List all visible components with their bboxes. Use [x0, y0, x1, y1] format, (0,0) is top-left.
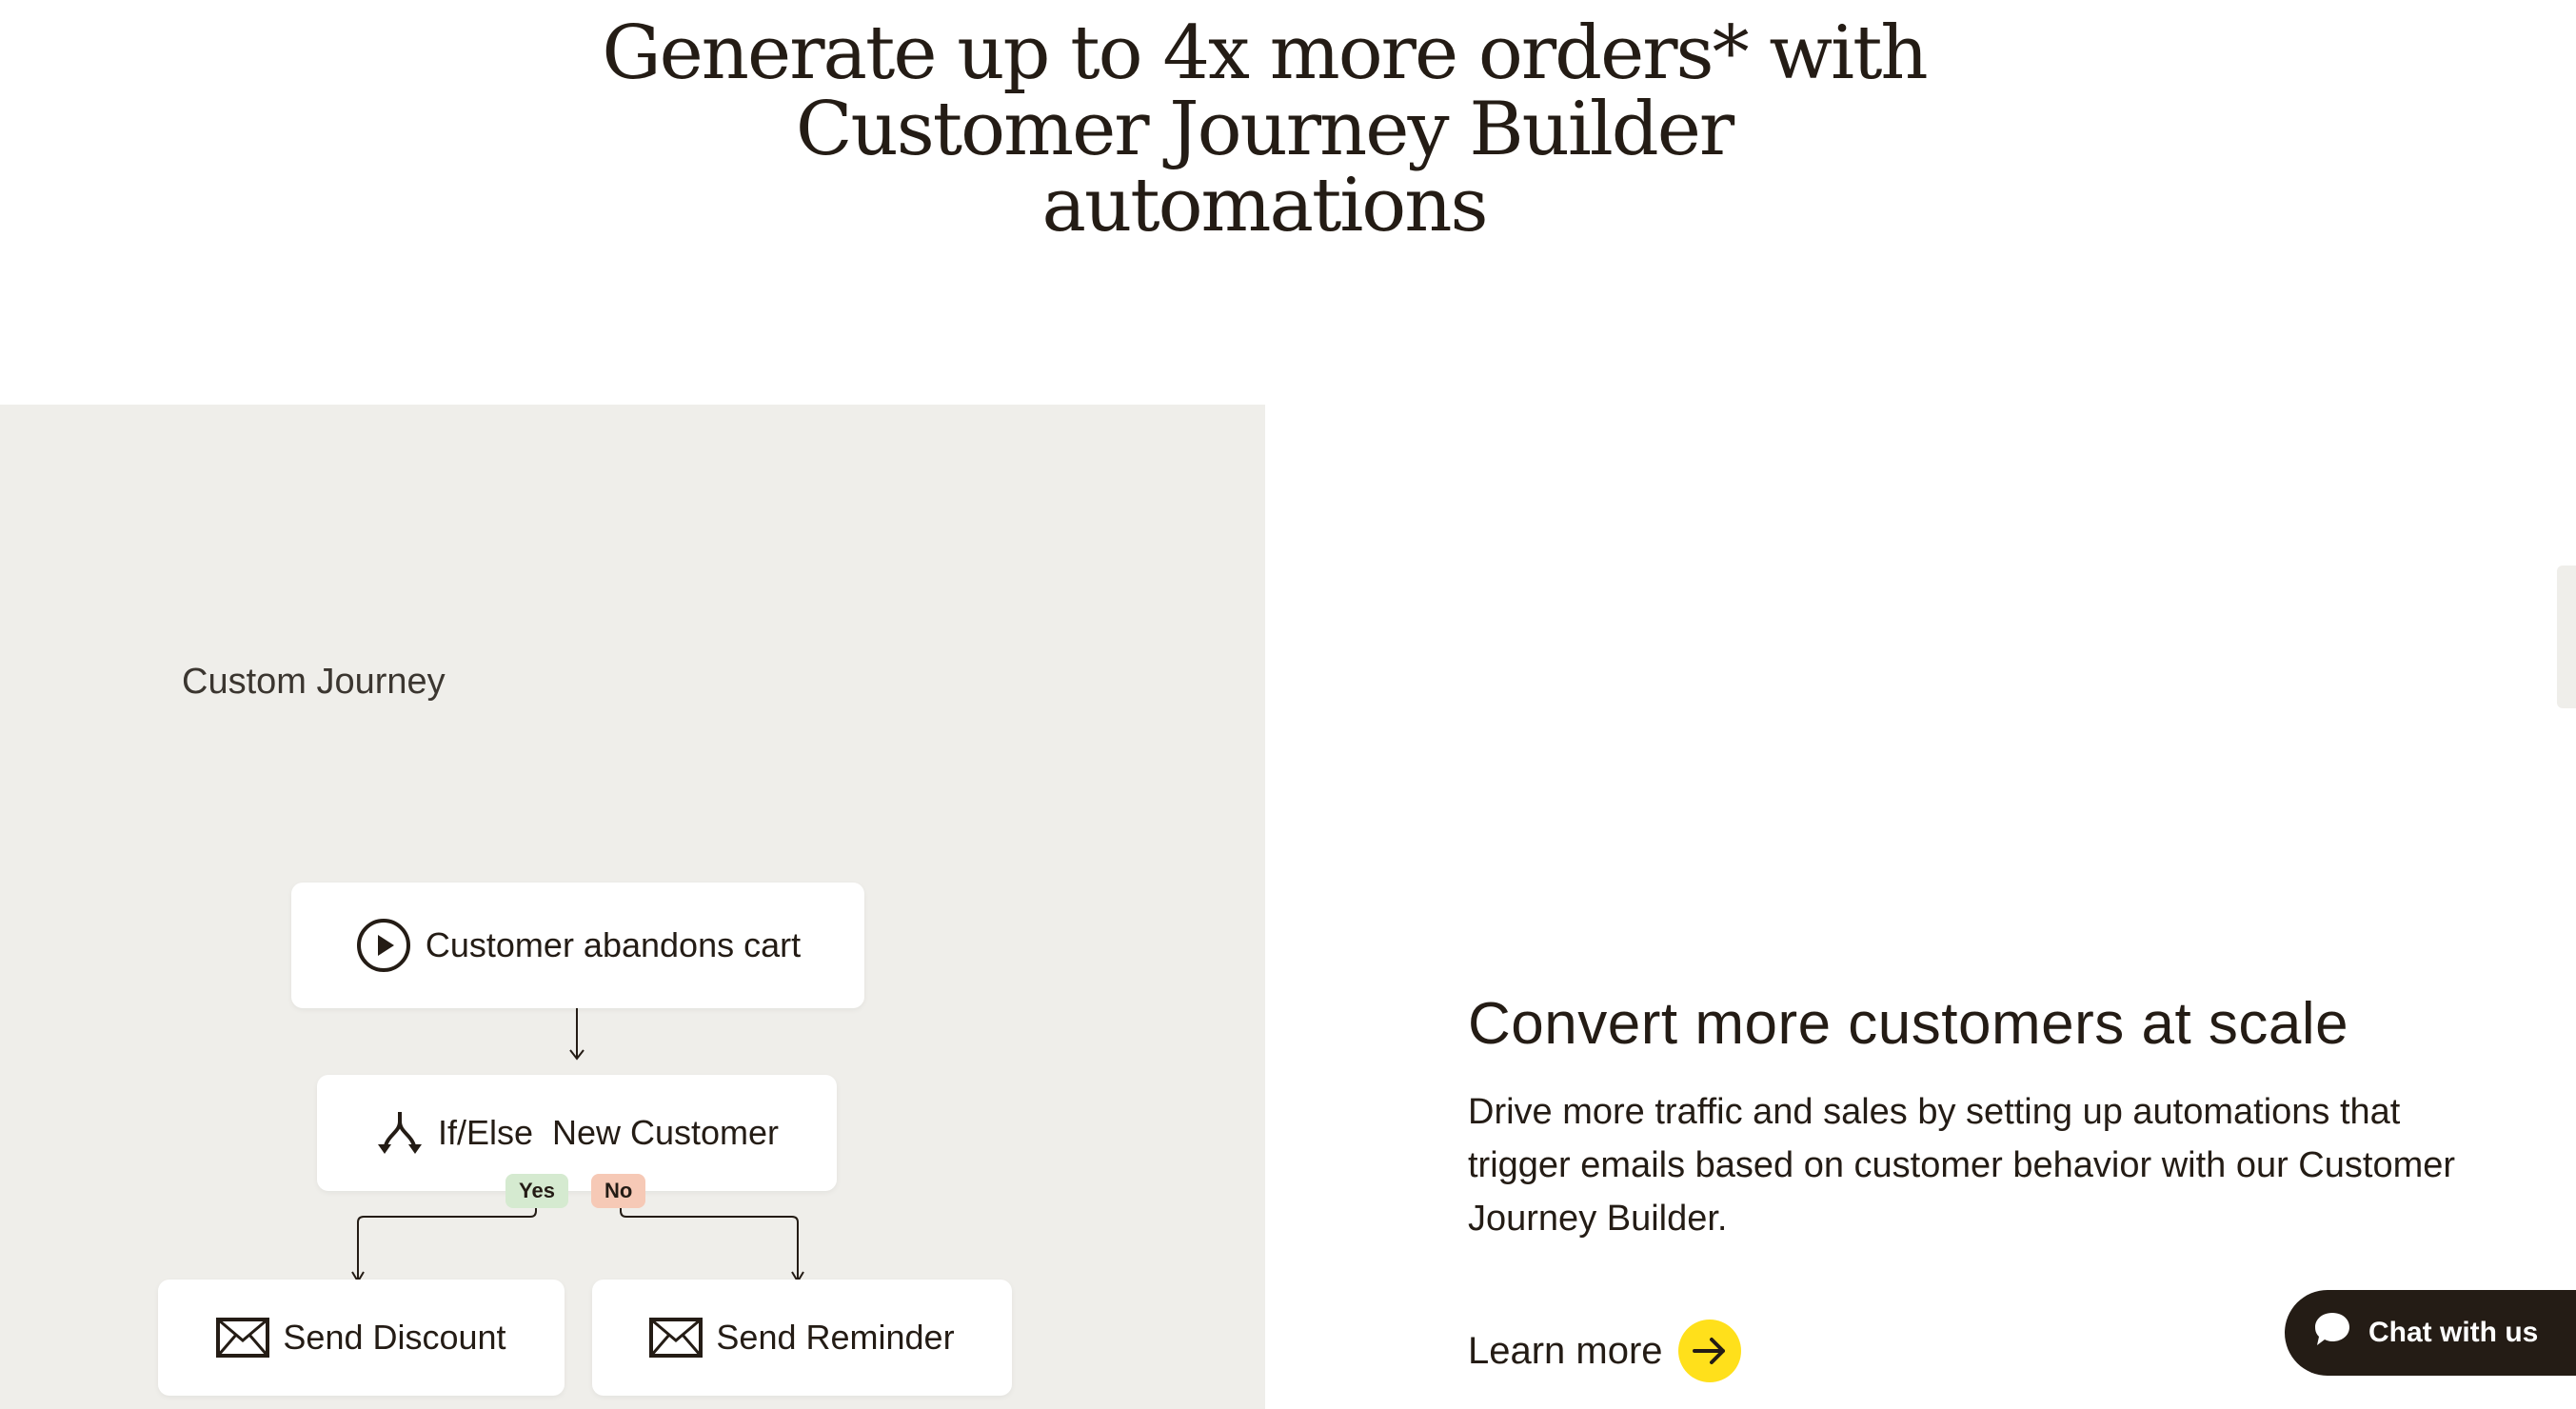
trigger-node-label: Customer abandons cart — [425, 925, 802, 964]
branch-connectors — [351, 1200, 804, 1283]
play-circle-icon — [355, 917, 412, 974]
send-discount-label: Send Discount — [283, 1318, 506, 1357]
send-reminder-label: Send Reminder — [716, 1318, 955, 1357]
hero-title: Generate up to 4x more orders* with Cust… — [0, 15, 2528, 244]
hero-title-line-3: automations — [1041, 163, 1488, 248]
flow-arrow-down — [569, 1008, 585, 1061]
hero-title-line-2: Customer Journey Builder — [795, 87, 1734, 172]
envelope-icon — [649, 1318, 703, 1358]
send-discount-node: Send Discount — [158, 1280, 565, 1396]
journey-illustration-panel: Custom Journey Customer abandons cart If… — [0, 405, 1265, 1409]
chat-with-us-button[interactable]: Chat with us — [2285, 1290, 2576, 1376]
learn-more-label: Learn more — [1468, 1329, 1663, 1372]
envelope-icon — [216, 1318, 270, 1358]
learn-more-link[interactable]: Learn more — [1468, 1320, 1741, 1382]
chat-button-label: Chat with us — [2368, 1317, 2539, 1348]
trigger-node: Customer abandons cart — [291, 883, 864, 1008]
branch-split-icon — [375, 1108, 425, 1158]
side-feedback-tab[interactable] — [2557, 566, 2576, 708]
hero-title-line-1: Generate up to 4x more orders* with — [602, 10, 1928, 96]
speech-bubble-icon — [2313, 1311, 2351, 1355]
yes-tag: Yes — [505, 1174, 568, 1208]
send-reminder-node: Send Reminder — [592, 1280, 1012, 1396]
no-tag: No — [591, 1174, 646, 1208]
condition-node-label: If/Else New Customer — [437, 1113, 780, 1152]
condition-node: If/Else New Customer — [317, 1075, 837, 1191]
feature-description: Drive more traffic and sales by setting … — [1468, 1092, 2456, 1239]
journey-label: Custom Journey — [182, 662, 446, 702]
arrow-right-icon[interactable] — [1677, 1320, 1741, 1382]
feature-title: Convert more customers at scale — [1468, 991, 2349, 1057]
